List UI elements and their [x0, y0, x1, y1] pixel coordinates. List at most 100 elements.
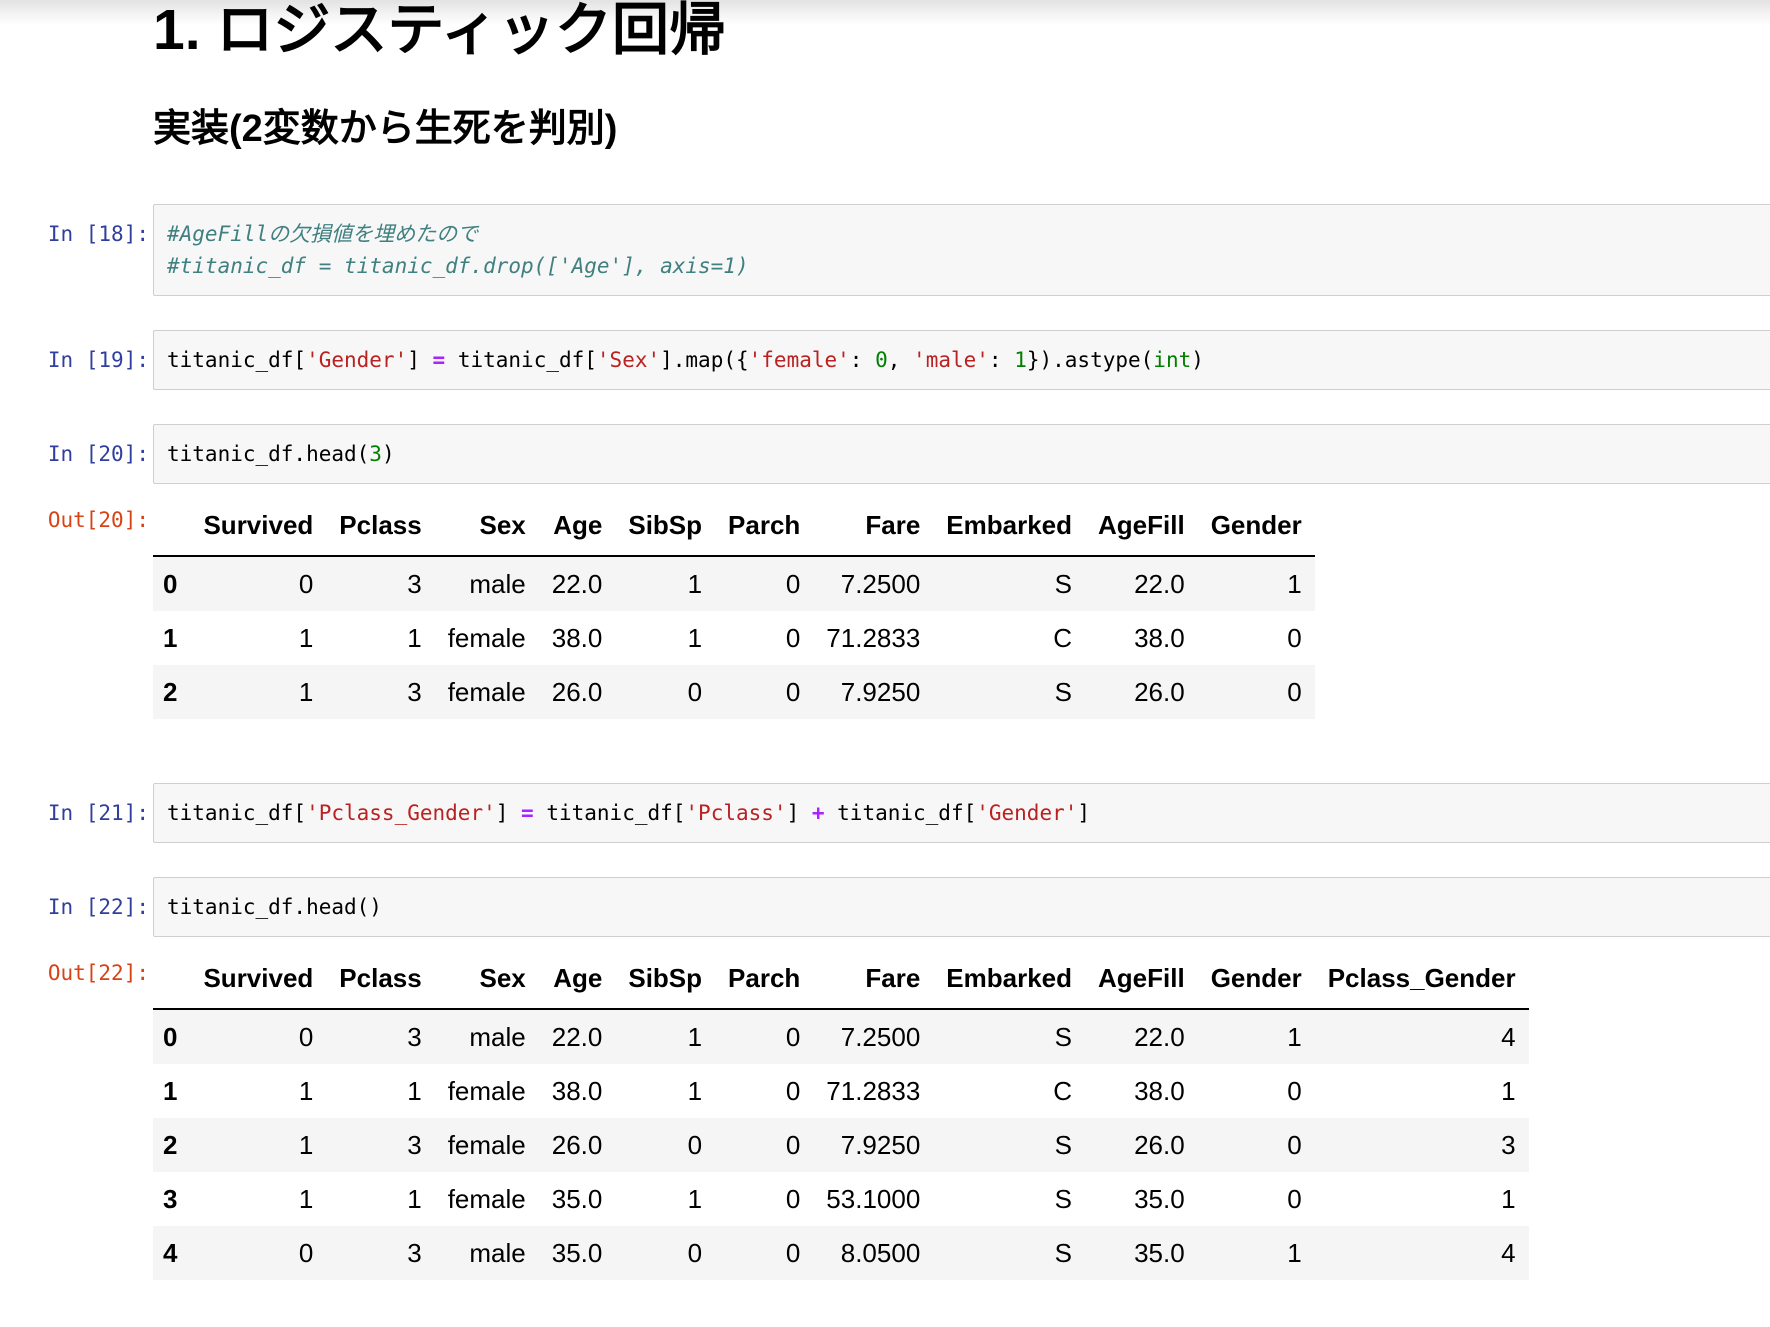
table-column-header: Parch — [715, 951, 814, 1011]
table-cell: female — [447, 1076, 526, 1107]
table-cell: 1 — [687, 623, 703, 654]
code-input-area-18[interactable]: #AgeFillの欠損値を埋めたので #titanic_df = titanic… — [153, 204, 1770, 297]
code-editor-22[interactable]: titanic_df.head() — [167, 891, 1770, 923]
table-cell: 0 — [687, 677, 703, 708]
code-token-string: 'Sex' — [596, 348, 661, 373]
table-column-header: Age — [538, 498, 616, 558]
code-token-plain: titanic_df[ — [167, 348, 307, 373]
table-cell: female — [447, 623, 526, 654]
code-token-plain: : — [988, 348, 1015, 373]
code-token-string: 'Gender' — [306, 348, 408, 373]
table-cell: 3 — [407, 569, 422, 600]
table-corner-cell — [153, 498, 191, 558]
table-cell: 0 — [298, 1238, 314, 1269]
table-cell: 0 — [785, 1022, 801, 1053]
table-cell: 3 — [1501, 1130, 1516, 1161]
table-cell: S — [1054, 677, 1073, 708]
code-token-string: 'Pclass_Gender' — [306, 801, 496, 826]
code-token-plain: ] — [407, 348, 433, 373]
output-content-22: Survived Pclass Sex Age SibSp Parch Fare Embark… — [153, 951, 1770, 1281]
table-cell: 7.9250 — [840, 677, 921, 708]
table-column-header: Survived — [190, 498, 327, 558]
code-editor-20[interactable]: titanic_df.head(3) — [167, 438, 1770, 470]
table-cell: 1 — [298, 1130, 314, 1161]
code-token-string: 'Pclass' — [685, 801, 787, 826]
table-cell: 35.0 — [551, 1184, 603, 1215]
table-cell: S — [1054, 1130, 1073, 1161]
output-content-20: Survived Pclass Sex Age SibSp Parch Fare Embark… — [153, 498, 1770, 720]
table-cell: 1 — [298, 1076, 314, 1107]
table-cell: 3 — [407, 1022, 422, 1053]
table-cell: 0 — [687, 1238, 703, 1269]
code-cell-20: In [20]: titanic_df.head(3) — [0, 424, 1770, 485]
code-input-area-21[interactable]: titanic_df['Pclass_Gender'] = titanic_df… — [153, 783, 1770, 844]
dataframe-table-out22: Survived Pclass Sex Age SibSp Parch Fare Embark… — [153, 951, 1529, 1281]
table-cell: 4 — [1501, 1238, 1516, 1269]
table-cell: 3 — [407, 1130, 422, 1161]
table-cell: 8.0500 — [840, 1238, 921, 1269]
code-input-area-19[interactable]: titanic_df['Gender'] = titanic_df['Sex']… — [153, 330, 1770, 391]
code-token-comment: #AgeFillの欠損値を埋めたので — [167, 222, 479, 247]
table-cell: 26.0 — [551, 677, 603, 708]
table-index-cell: 2 — [163, 677, 178, 708]
table-header-row: Survived Pclass Sex Age SibSp Parch Fare Embark… — [153, 498, 1315, 558]
table-cell: 0 — [785, 1130, 801, 1161]
table-row: 3 1 1 female 35.0 1 0 53.1000 S 35.0 0 1 — [153, 1172, 1529, 1226]
table-cell: 22.0 — [551, 1022, 603, 1053]
table-column-header: Embarked — [933, 951, 1086, 1011]
output-prompt-20: Out[20]: — [47, 508, 149, 533]
code-token-operator: + — [811, 801, 825, 826]
dataframe-table-out20: Survived Pclass Sex Age SibSp Parch Fare Embark… — [153, 498, 1315, 720]
table-column-header: Sex — [434, 498, 539, 558]
markdown-heading-2: 実装(2変数から生死を判別) — [153, 108, 618, 151]
table-cell: female — [447, 1184, 526, 1215]
table-row: 0 0 3 male 22.0 1 0 7.2500 S 22.0 1 — [153, 556, 1315, 612]
table-cell: male — [469, 1238, 526, 1269]
table-column-header: Pclass — [326, 951, 435, 1011]
table-cell: 4 — [1501, 1022, 1516, 1053]
table-column-header: Sex — [434, 951, 539, 1011]
table-index-cell: 1 — [163, 1076, 178, 1107]
markdown-heading-1: 1. ロジスティック回帰 — [153, 0, 726, 62]
input-prompt-22: In [22]: — [47, 895, 149, 920]
output-prompt-22: Out[22]: — [47, 961, 149, 986]
table-column-header: Embarked — [933, 498, 1086, 558]
input-prompt-20: In [20]: — [47, 442, 149, 467]
code-token-plain: ] — [1077, 801, 1091, 826]
table-cell: 3 — [407, 677, 422, 708]
code-editor-18[interactable]: #AgeFillの欠損値を埋めたので #titanic_df = titanic… — [167, 218, 1770, 282]
code-token-plain: titanic_df[ — [167, 801, 307, 826]
code-cell-22: In [22]: titanic_df.head() — [0, 877, 1770, 938]
code-token-plain: : — [849, 348, 876, 373]
code-cell-19: In [19]: titanic_df['Gender'] = titanic_… — [0, 330, 1770, 391]
table-cell: 0 — [1287, 677, 1302, 708]
code-token-plain: titanic_df.head() — [167, 895, 382, 920]
table-cell: 0 — [1287, 1184, 1302, 1215]
table-cell: 0 — [785, 1076, 801, 1107]
table-cell: 1 — [298, 1184, 314, 1215]
table-cell: 53.1000 — [826, 1184, 921, 1215]
table-column-header: Gender — [1197, 951, 1315, 1011]
table-cell: S — [1054, 569, 1073, 600]
table-cell: 1 — [1287, 1238, 1302, 1269]
table-cell: 38.0 — [1134, 623, 1185, 654]
input-prompt-18: In [18]: — [47, 222, 149, 247]
table-header-row: Survived Pclass Sex Age SibSp Parch Fare Embark… — [153, 951, 1529, 1011]
table-column-header: Survived — [190, 951, 327, 1011]
code-input-area-22[interactable]: titanic_df.head() — [153, 877, 1770, 938]
table-cell: 0 — [785, 1184, 801, 1215]
table-cell: male — [469, 569, 526, 600]
code-token-builtin: int — [1153, 348, 1192, 373]
code-token-plain: titanic_df[ — [533, 801, 686, 826]
table-cell: 38.0 — [1134, 1076, 1185, 1107]
code-editor-19[interactable]: titanic_df['Gender'] = titanic_df['Sex']… — [167, 344, 1770, 376]
table-row: 1 1 1 female 38.0 1 0 71.2833 C 38.0 0 1 — [153, 1064, 1529, 1118]
code-editor-21[interactable]: titanic_df['Pclass_Gender'] = titanic_df… — [167, 797, 1770, 829]
table-cell: 22.0 — [1134, 569, 1185, 600]
table-cell: S — [1054, 1184, 1073, 1215]
code-token-number: 1 — [1014, 348, 1027, 373]
table-row: 4 0 3 male 35.0 0 0 8.0500 S 35.0 1 4 — [153, 1226, 1529, 1281]
code-cell-21: In [21]: titanic_df['Pclass_Gender'] = t… — [0, 783, 1770, 844]
table-row: 2 1 3 female 26.0 0 0 7.9250 S 26.0 0 3 — [153, 1118, 1529, 1173]
code-input-area-20[interactable]: titanic_df.head(3) — [153, 424, 1770, 485]
